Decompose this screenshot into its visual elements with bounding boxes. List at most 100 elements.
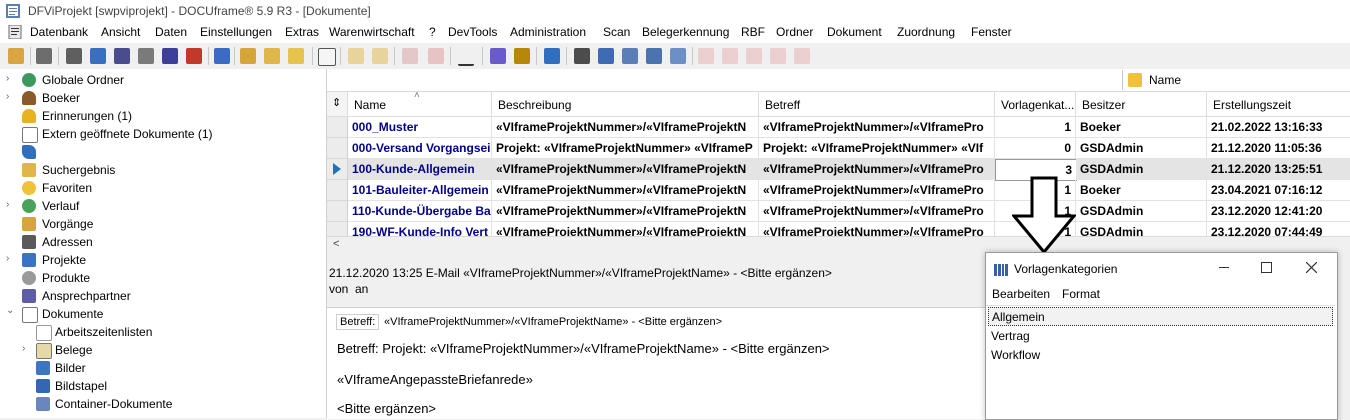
table-cell[interactable]: «VIframeProjektNummer»/«VIframeProjektN	[492, 180, 759, 201]
maximize-icon[interactable]	[1261, 262, 1272, 273]
menu-datenbank[interactable]: Datenbank	[30, 25, 88, 39]
category-item-allgemein[interactable]: Allgemein	[988, 307, 1333, 326]
menu-rbf[interactable]: RBF	[741, 25, 765, 39]
tree-item-extern-geoeffnete-dokumente[interactable]: Extern geöffnete Dokumente (1)	[0, 125, 326, 143]
menu-ordner[interactable]: Ordner	[776, 25, 813, 39]
doc-b-icon[interactable]	[722, 48, 738, 64]
grid-icon[interactable]	[574, 48, 590, 64]
menu-devtools[interactable]: DevTools	[448, 25, 497, 39]
table-cell[interactable]: «VIframeProjektNummer»/«VIframePro	[759, 159, 995, 180]
chevron-down-icon[interactable]: ⌄	[6, 305, 14, 316]
menu-extras[interactable]: Extras	[285, 25, 319, 39]
table-cell[interactable]: 110-Kunde-Übergabe Ba	[348, 201, 492, 222]
chevron-right-icon[interactable]: ›	[6, 253, 9, 264]
cut-icon[interactable]	[372, 48, 388, 64]
tree-item-globale-ordner[interactable]: › Globale Ordner	[0, 71, 326, 89]
category-item-vertrag[interactable]: Vertrag	[988, 327, 1331, 344]
table-cell[interactable]: GSDAdmin	[1076, 159, 1207, 180]
refresh-icon[interactable]	[670, 48, 686, 64]
document-icon[interactable]	[8, 25, 22, 39]
minimize-icon[interactable]	[1219, 267, 1229, 268]
search-icon[interactable]	[318, 48, 336, 66]
menu-bearbeiten[interactable]: Bearbeiten	[992, 287, 1050, 301]
tree-item-projekte[interactable]: › Projekte	[0, 251, 326, 269]
phone-icon[interactable]	[214, 48, 230, 64]
stack-down-icon[interactable]	[646, 48, 662, 64]
menu-daten[interactable]: Daten	[155, 25, 187, 39]
menu-dokument[interactable]: Dokument	[827, 25, 882, 39]
tree-item-adressen[interactable]: Adressen	[0, 233, 326, 251]
column-header-name[interactable]: Name ˄	[348, 90, 492, 117]
menu-scan[interactable]: Scan	[603, 25, 630, 39]
pin-icon[interactable]	[544, 48, 560, 64]
tree-item-container-dokumente[interactable]: Container-Dokumente	[0, 395, 326, 413]
menu-warenwirtschaft[interactable]: Warenwirtschaft	[329, 25, 415, 39]
tree-item-ansprechpartner[interactable]: Ansprechpartner	[0, 287, 326, 305]
calendar-icon[interactable]	[186, 48, 202, 64]
table-cell[interactable]: «VIframeProjektNummer»/«VIframeProjektN	[492, 201, 759, 222]
table-cell[interactable]: «VIframeProjektNummer»/«VIframeProjektN	[492, 159, 759, 180]
tree-item-erinnerungen[interactable]: Erinnerungen (1)	[0, 107, 326, 125]
new-folder-icon[interactable]	[240, 48, 256, 64]
mail-icon[interactable]	[114, 48, 130, 64]
doc-delete-icon[interactable]	[428, 48, 444, 64]
menu-format[interactable]: Format	[1062, 287, 1100, 301]
doc-c-icon[interactable]	[746, 48, 762, 64]
tree-item-pinned[interactable]	[0, 143, 326, 161]
row-header[interactable]	[327, 201, 348, 222]
row-header[interactable]	[327, 180, 348, 201]
tree-item-boeker[interactable]: › Boeker	[0, 89, 326, 107]
tree-item-produkte[interactable]: Produkte	[0, 269, 326, 287]
table-cell[interactable]: Projekt: «VIframeProjektNummer» «VIframe…	[492, 138, 759, 159]
tag-icon[interactable]	[138, 48, 154, 64]
chevron-right-icon[interactable]: ›	[6, 73, 9, 84]
scroll-left-icon[interactable]: <	[333, 238, 339, 250]
column-chooser-button[interactable]: ⇕	[327, 92, 348, 117]
doc-e-icon[interactable]	[794, 48, 810, 64]
menu-administration[interactable]: Administration	[510, 25, 586, 39]
column-header-vorlagenkategorie[interactable]: Vorlagenkat...	[995, 92, 1076, 117]
chevron-right-icon[interactable]: ›	[6, 91, 9, 102]
menu-ansicht[interactable]: Ansicht	[101, 25, 140, 39]
tree-item-bilder[interactable]: Bilder	[0, 359, 326, 377]
table-cell[interactable]: 000-Versand Vorgangsei	[348, 138, 492, 159]
export-icon[interactable]	[288, 48, 304, 64]
tree-item-favoriten[interactable]: Favoriten	[0, 179, 326, 197]
stack-icon[interactable]	[622, 48, 638, 64]
category-item-workflow[interactable]: Workflow	[988, 346, 1331, 363]
print-icon[interactable]	[36, 48, 52, 64]
table-cell[interactable]: GSDAdmin	[1076, 138, 1207, 159]
table-cell[interactable]: Boeker	[1076, 117, 1207, 138]
table-cell[interactable]: Projekt: «VIframeProjektNummer» «VIf	[759, 138, 995, 159]
person-icon[interactable]	[162, 48, 178, 64]
folder-tree-icon[interactable]	[8, 48, 24, 64]
chevron-right-icon[interactable]: ›	[6, 199, 9, 210]
close-icon[interactable]	[1306, 262, 1317, 273]
table-cell[interactable]: 1	[995, 117, 1076, 138]
horizontal-scrollbar[interactable]: <	[327, 236, 1350, 253]
row-header[interactable]	[327, 159, 348, 180]
doc-a-icon[interactable]	[698, 48, 714, 64]
table-cell[interactable]: 23.12.2020 12:41:20	[1207, 201, 1350, 222]
glasses-icon[interactable]	[458, 48, 474, 66]
column-header-erstellungszeit[interactable]: Erstellungszeit	[1207, 92, 1350, 117]
table-cell[interactable]: «VIframeProjektNummer»/«VIframePro	[759, 180, 995, 201]
doc-edit-icon[interactable]	[402, 48, 418, 64]
table-cell[interactable]: Boeker	[1076, 180, 1207, 201]
chevron-right-icon[interactable]: ›	[22, 343, 25, 354]
users-icon[interactable]	[490, 48, 506, 64]
card-icon[interactable]	[66, 48, 82, 64]
column-header-besitzer[interactable]: Besitzer	[1076, 92, 1207, 117]
table-cell[interactable]: «VIframeProjektNummer»/«VIframePro	[759, 117, 995, 138]
menu-zuordnung[interactable]: Zuordnung	[897, 25, 955, 39]
table-cell[interactable]: 21.12.2020 13:25:51	[1207, 159, 1350, 180]
list-icon[interactable]	[90, 48, 106, 64]
table-cell[interactable]: 21.02.2022 13:16:33	[1207, 117, 1350, 138]
tree-item-arbeitszeitenlisten[interactable]: Arbeitszeitenlisten	[0, 323, 326, 341]
menu-einstellungen[interactable]: Einstellungen	[200, 25, 272, 39]
open-folder-icon[interactable]	[264, 48, 280, 64]
tree-item-bildstapel[interactable]: Bildstapel	[0, 377, 326, 395]
row-header[interactable]	[327, 117, 348, 138]
copy-icon[interactable]	[348, 48, 364, 64]
doc-d-icon[interactable]	[770, 48, 786, 64]
